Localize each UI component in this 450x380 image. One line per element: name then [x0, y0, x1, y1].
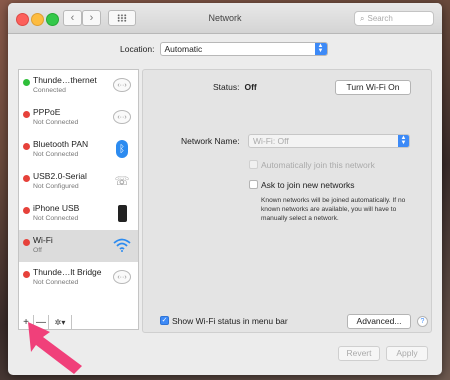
- search-placeholder: Search: [367, 14, 393, 23]
- arrows-icon: ‹··›: [113, 110, 131, 124]
- service-item-iphone-usb[interactable]: iPhone USB Not Connected: [19, 198, 138, 230]
- show-status-label: Show Wi-Fi status in menu bar: [172, 316, 288, 326]
- advanced-button[interactable]: Advanced...: [347, 314, 411, 329]
- service-item-usb-serial[interactable]: USB2.0-Serial Not Configured ☏: [19, 166, 138, 198]
- service-name: USB2.0-Serial: [33, 171, 87, 181]
- network-name-label: Network Name:: [181, 136, 240, 146]
- service-name: Wi-Fi: [33, 235, 53, 245]
- ask-join-note: Known networks will be joined automatica…: [261, 197, 406, 222]
- turn-wifi-on-button[interactable]: Turn Wi-Fi On: [335, 80, 411, 95]
- auto-join-label: Automatically join this network: [261, 160, 375, 170]
- search-field[interactable]: ⌕ Search: [354, 11, 434, 26]
- network-name-value: Wi-Fi: Off: [253, 136, 289, 146]
- location-row: Location: Automatic ▲ ▼: [120, 42, 328, 56]
- bluetooth-icon: ᛒ: [116, 140, 128, 158]
- arrows-icon: ‹··›: [113, 270, 131, 284]
- location-popup[interactable]: Automatic ▲ ▼: [159, 42, 328, 56]
- arrows-icon: ‹··›: [113, 78, 131, 92]
- service-status: Not Connected: [33, 279, 79, 286]
- title-bar: ‹ › Network ⌕ Search: [8, 3, 442, 34]
- status-value: Off: [244, 82, 257, 92]
- auto-join-checkbox[interactable]: [249, 160, 258, 169]
- apply-button[interactable]: Apply: [386, 346, 428, 361]
- status-dot: [23, 239, 30, 246]
- status-dot: [23, 143, 30, 150]
- status-dot: [23, 79, 30, 86]
- service-name: Bluetooth PAN: [33, 139, 89, 149]
- popup-arrows-icon: ▲ ▼: [398, 135, 409, 147]
- service-name: PPPoE: [33, 107, 61, 117]
- service-item-thunderbolt-ethernet[interactable]: Thunde…thernet Connected ‹··›: [19, 70, 138, 102]
- pointer-arrow-icon: [28, 322, 82, 374]
- network-name-popup[interactable]: Wi-Fi: Off ▲ ▼: [248, 134, 410, 148]
- ask-join-label: Ask to join new networks: [261, 180, 355, 190]
- service-name: Thunde…lt Bridge: [33, 267, 102, 277]
- revert-button[interactable]: Revert: [338, 346, 380, 361]
- status-dot: [23, 207, 30, 214]
- service-status: Not Connected: [33, 119, 79, 126]
- service-status: Not Connected: [33, 151, 79, 158]
- phone-modem-icon: ☏: [114, 174, 130, 188]
- wifi-icon: [113, 238, 131, 252]
- status-dot: [23, 175, 30, 182]
- service-name: Thunde…thernet: [33, 75, 97, 85]
- location-label: Location:: [120, 44, 155, 54]
- service-status: Not Configured: [33, 183, 79, 190]
- iphone-icon: [117, 204, 127, 222]
- service-item-pppoe[interactable]: PPPoE Not Connected ‹··›: [19, 102, 138, 134]
- wifi-settings-pane: Status: Off Turn Wi-Fi On Network Name: W…: [142, 69, 432, 333]
- popup-arrows-icon: ▲ ▼: [314, 43, 327, 55]
- service-status: Connected: [33, 87, 66, 94]
- service-list: Thunde…thernet Connected ‹··› PPPoE Not …: [18, 69, 139, 317]
- service-status: Off: [33, 247, 42, 254]
- service-item-thunderbolt-bridge[interactable]: Thunde…lt Bridge Not Connected ‹··›: [19, 262, 138, 294]
- service-item-bluetooth-pan[interactable]: Bluetooth PAN Not Connected ᛒ: [19, 134, 138, 166]
- status-row: Status: Off: [213, 82, 257, 92]
- help-button[interactable]: ?: [417, 316, 428, 327]
- status-label: Status:: [213, 82, 240, 92]
- status-dot: [23, 271, 30, 278]
- location-value: Automatic: [164, 44, 203, 54]
- service-item-wifi[interactable]: Wi-Fi Off: [19, 230, 138, 262]
- ask-join-checkbox[interactable]: [249, 180, 258, 189]
- show-status-checkbox[interactable]: ✓: [160, 316, 169, 325]
- service-name: iPhone USB: [33, 203, 80, 213]
- status-dot: [23, 111, 30, 118]
- search-icon: ⌕: [360, 14, 365, 23]
- service-status: Not Connected: [33, 215, 79, 222]
